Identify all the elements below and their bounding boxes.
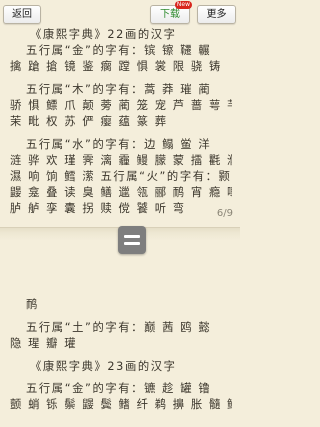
text-line: 茉 毗 权 苏 俨 瘿 蕴 篆 葬	[10, 115, 168, 128]
reader-page-bottom: 鸸 五行属“土”的字有：巅 茜 鸥 懿 隐 瑆 瓣 瓘 《康熙字典》23画的汉字…	[0, 241, 240, 427]
chapter-heading: 《康熙字典》22画的汉字	[30, 28, 177, 41]
handle-bar	[124, 242, 140, 245]
back-button[interactable]: 返回	[3, 5, 41, 24]
text-line: 五行属“金”的字有：镳 趁 罐 镥	[26, 382, 212, 395]
text-line: 胪 舻 孪 囊 拐 赎 傥 饕 听 弯	[10, 202, 186, 215]
download-label: 下载	[160, 9, 180, 20]
chapter-heading: 《康熙字典》23画的汉字	[30, 360, 177, 373]
handle-bar	[124, 235, 140, 238]
page-number: 6/9	[216, 208, 233, 219]
text-line: 五行属“土”的字有：巅 茜 鸥 懿	[26, 321, 212, 334]
download-button[interactable]: 下载 New	[150, 1, 192, 24]
text-line: 颤 蛸 铄 鬃 鼹 鬓 鳍 纤 鹈 擤 胀 髓 鲟	[10, 398, 232, 411]
text-line: 鸸	[26, 298, 39, 311]
text-line: 濕 响 饷 鳕 潆 五行属“火”的字有：颢	[10, 170, 232, 183]
text-line: 五行属“金”的字有：镔 镲 韆 輾	[26, 44, 212, 57]
text-line: 鼹 龛 叠 读 臭 鳝 邋 瓴 郦 鸸 宵 瘾 嚷	[10, 186, 232, 199]
more-button[interactable]: 更多	[197, 5, 236, 24]
text-line: 隐 瑆 瓣 瓘	[10, 337, 78, 350]
text-line: 五行属“木”的字有：蒿 莽 璀 蔺	[26, 83, 212, 96]
text-line: 擒 蹌 搶 镜 鉴 瘸 蹚 惧 裳 限 骁 铸	[10, 60, 222, 73]
drag-handle-icon[interactable]	[118, 226, 146, 254]
reader-page-top: 返回 下载 New 更多 《康熙字典》22画的汉字 五行属“金”的字有：镔 镲 …	[0, 0, 240, 227]
text-line: 五行属“水”的字有：边 鳎 鲎 洋	[26, 138, 212, 151]
toolbar: 返回 下载 New 更多	[0, 0, 240, 28]
new-badge: New	[174, 1, 192, 9]
text-line: 涟 骅 欢 瑾 霁 漓 霾 鳗 朦 蒙 擂 氍 濮	[10, 154, 232, 167]
text-line: 骄 惧 鳔 爪 颠 蒡 蔺 笼 宠 芦 蔷 萼 芊	[10, 99, 232, 112]
